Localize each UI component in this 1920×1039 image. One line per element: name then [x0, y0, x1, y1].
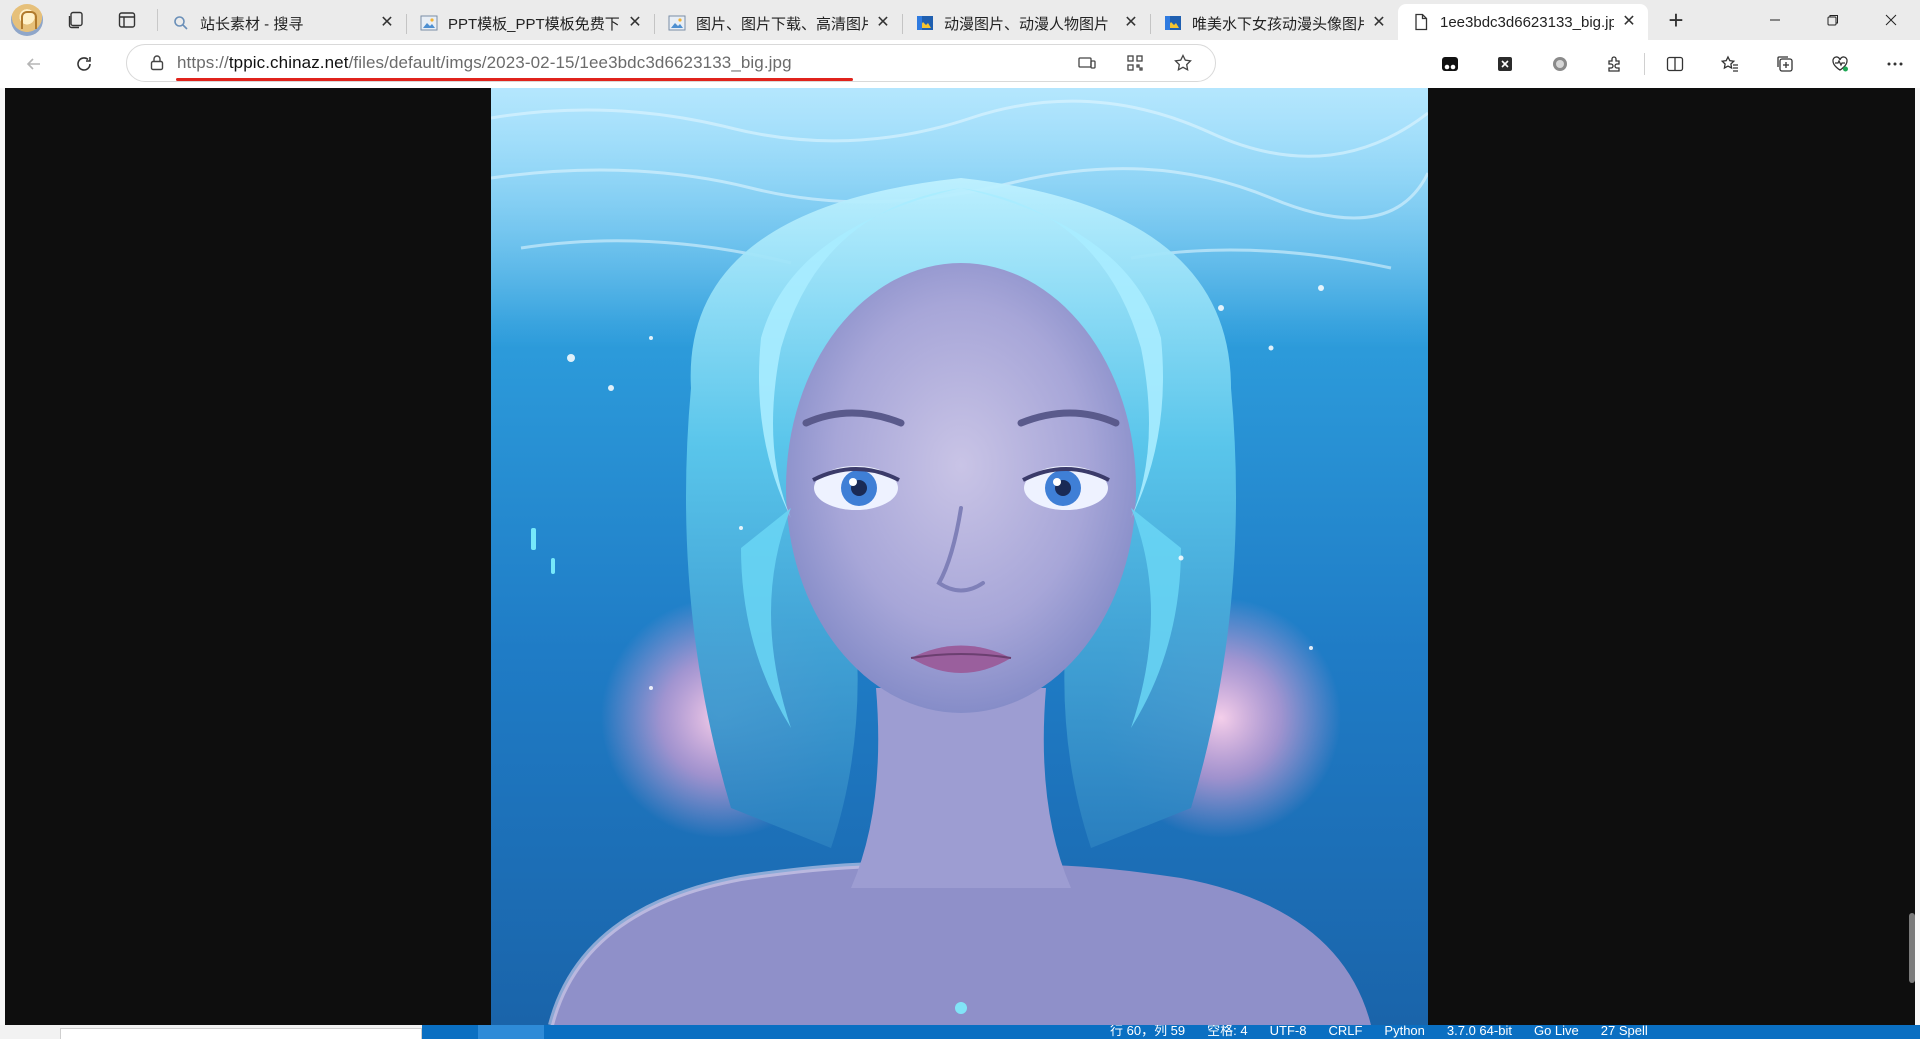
close-icon[interactable]: ✕	[1620, 13, 1638, 31]
tab-title: 站长素材 - 搜寻	[200, 15, 304, 33]
close-icon[interactable]: ✕	[1370, 14, 1388, 32]
url-scheme: https://	[177, 53, 229, 72]
circle-extension-icon[interactable]	[1532, 46, 1587, 82]
favorite-star-icon[interactable]	[1159, 45, 1207, 81]
window-controls	[1746, 0, 1920, 40]
tab-images[interactable]: 图片、图片下载、高清图片 ✕	[654, 6, 902, 40]
image-favicon-icon	[917, 16, 933, 30]
tab-search[interactable]: 站长素材 - 搜寻 ✕	[158, 6, 406, 40]
close-icon[interactable]: ✕	[1122, 14, 1140, 32]
close-icon[interactable]: ✕	[874, 14, 892, 32]
favorites-icon[interactable]	[1702, 46, 1757, 82]
back-button[interactable]	[14, 46, 54, 82]
tab-actions-icon[interactable]	[107, 4, 147, 36]
displayed-image[interactable]	[491, 88, 1428, 1025]
page-icon	[1415, 13, 1428, 31]
tab-current-image[interactable]: 1ee3bdc3d6623133_big.jpg ✕	[1398, 4, 1648, 40]
url-highlight-underline	[176, 78, 853, 81]
editor-status-bar: 行 60，列 59 空格: 4 UTF-8 CRLF Python 3.7.0 …	[0, 1025, 1920, 1039]
image-favicon-icon	[668, 15, 686, 31]
status-indent[interactable]: 空格: 4	[1207, 1025, 1247, 1039]
status-encoding[interactable]: UTF-8	[1270, 1025, 1307, 1039]
status-items: 行 60，列 59 空格: 4 UTF-8 CRLF Python 3.7.0 …	[1110, 1025, 1648, 1039]
collections-icon[interactable]	[1757, 46, 1812, 82]
url-host: tppic.chinaz.net	[228, 53, 349, 72]
extensions-puzzle-icon[interactable]	[1587, 46, 1642, 82]
status-spell[interactable]: 27 Spell	[1601, 1025, 1648, 1039]
performance-icon[interactable]	[1812, 46, 1867, 82]
image-favicon-icon	[420, 15, 438, 31]
status-go-live[interactable]: Go Live	[1534, 1025, 1579, 1039]
tab-title: 唯美水下女孩动漫头像图片	[1192, 15, 1364, 33]
more-menu-icon[interactable]	[1867, 46, 1920, 82]
split-screen-icon[interactable]	[1647, 46, 1702, 82]
refresh-button[interactable]	[64, 46, 104, 82]
status-bar-left	[0, 1025, 422, 1039]
image-viewport	[5, 88, 1915, 1025]
underwater-girl-illustration	[491, 88, 1428, 1025]
tab-ppt[interactable]: PPT模板_PPT模板免费下载 ✕	[406, 6, 654, 40]
close-icon[interactable]: ✕	[378, 14, 396, 32]
scrollbar-thumb[interactable]	[1909, 913, 1915, 983]
url-text[interactable]: https://tppic.chinaz.net/files/default/i…	[177, 53, 792, 73]
status-interpreter[interactable]: 3.7.0 64-bit	[1447, 1025, 1512, 1039]
profile-avatar[interactable]	[11, 4, 43, 36]
close-icon[interactable]: ✕	[626, 14, 644, 32]
tab-title: 图片、图片下载、高清图片	[696, 15, 868, 33]
tampermonkey-icon[interactable]	[1422, 46, 1477, 82]
minimize-button[interactable]	[1746, 0, 1804, 40]
lock-icon[interactable]	[147, 53, 167, 73]
tab-title: PPT模板_PPT模板免费下载	[448, 15, 620, 33]
search-icon	[174, 16, 188, 30]
tab-anime[interactable]: 动漫图片、动漫人物图片 ✕	[902, 6, 1150, 40]
status-cursor-position[interactable]: 行 60，列 59	[1110, 1025, 1185, 1039]
url-path: /files/default/imgs/2023-02-15/1ee3bdc3d…	[348, 53, 792, 72]
toolbar-separator	[1644, 53, 1645, 75]
new-tab-button[interactable]: +	[1656, 4, 1696, 36]
x-extension-icon[interactable]	[1477, 46, 1532, 82]
status-language[interactable]: Python	[1384, 1025, 1424, 1039]
device-icon[interactable]	[1063, 45, 1111, 81]
close-window-button[interactable]	[1862, 0, 1920, 40]
tab-underwater[interactable]: 唯美水下女孩动漫头像图片 ✕	[1150, 6, 1398, 40]
status-eol[interactable]: CRLF	[1328, 1025, 1362, 1039]
restore-button[interactable]	[1804, 0, 1862, 40]
extensions-row	[1422, 46, 1920, 82]
image-favicon-icon	[1165, 16, 1181, 30]
address-bar[interactable]: https://tppic.chinaz.net/files/default/i…	[126, 44, 1216, 82]
address-bar-actions	[1063, 45, 1207, 81]
qr-code-icon[interactable]	[1111, 45, 1159, 81]
tab-title: 1ee3bdc3d6623133_big.jpg	[1440, 13, 1614, 31]
status-bar-selected	[478, 1025, 544, 1039]
workspaces-icon[interactable]	[57, 4, 97, 36]
tab-strip: 站长素材 - 搜寻 ✕ PPT模板_PPT模板免费下载 ✕ 图片、图片下载、高清…	[0, 0, 1920, 40]
tab-title: 动漫图片、动漫人物图片	[944, 15, 1110, 33]
